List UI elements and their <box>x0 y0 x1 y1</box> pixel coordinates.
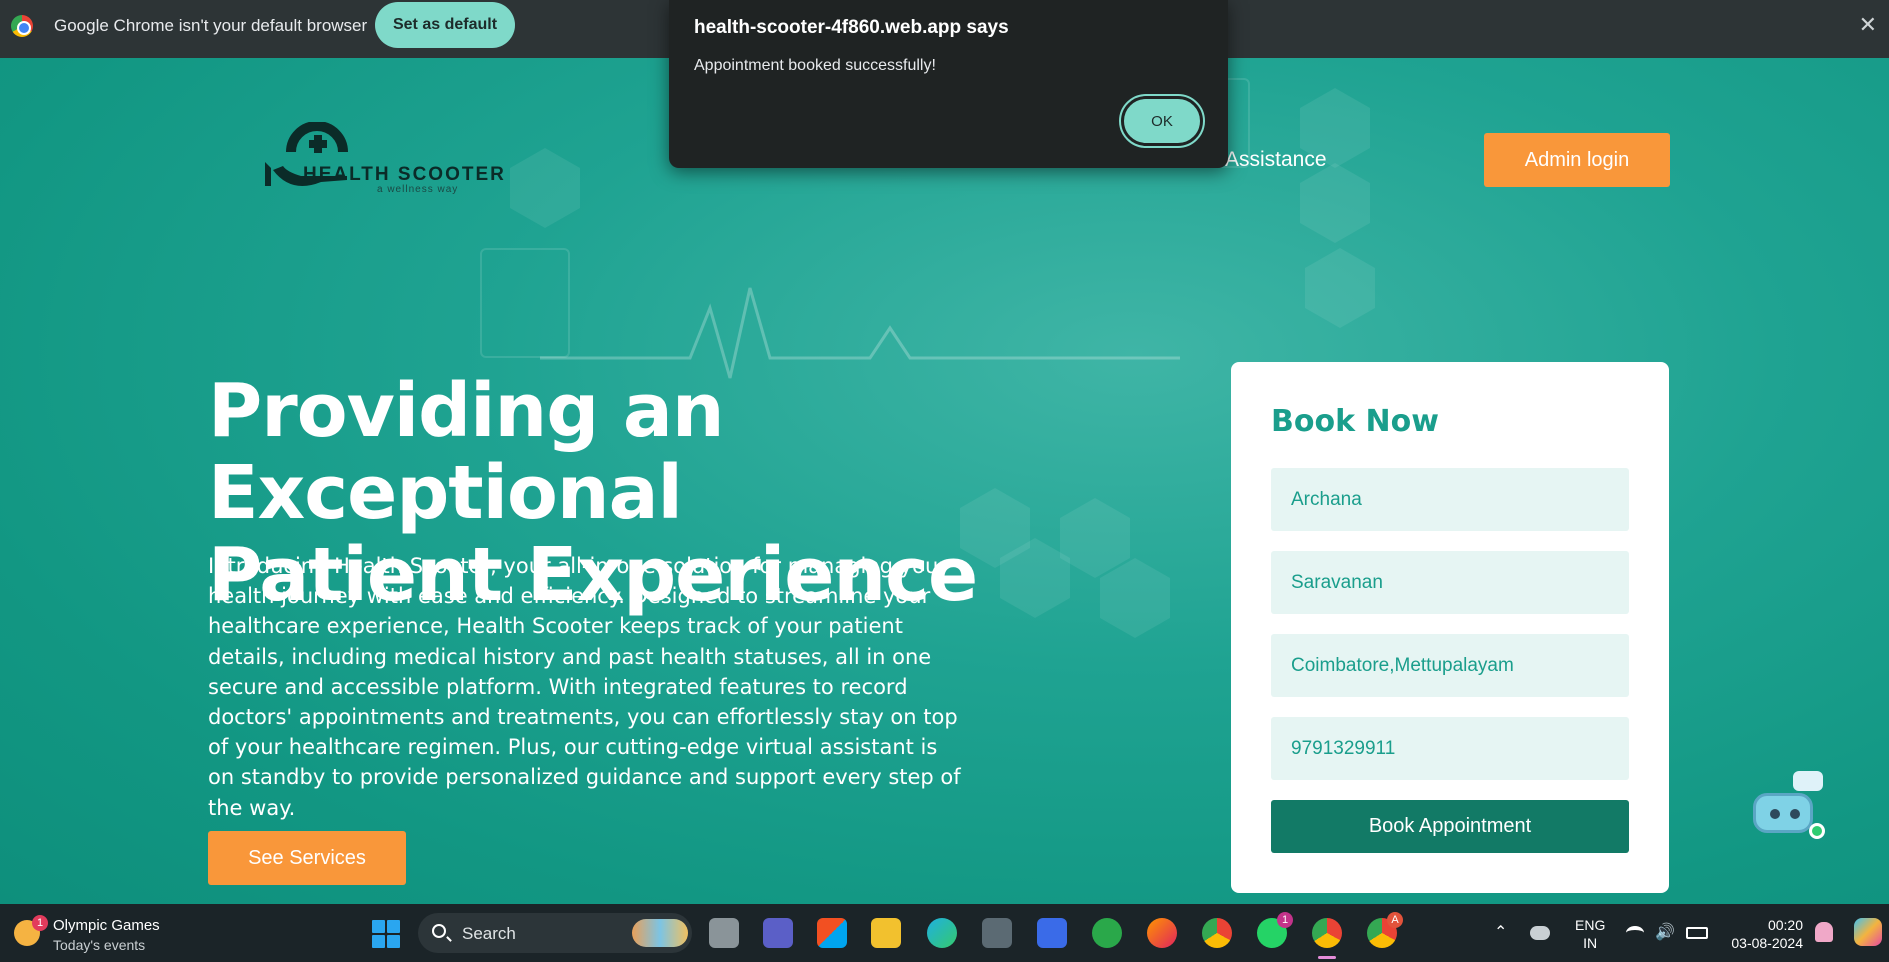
visual-studio-icon[interactable] <box>1037 918 1067 948</box>
first-name-field[interactable]: Archana <box>1271 468 1629 531</box>
notification-bell-icon[interactable] <box>1815 922 1833 942</box>
language-region: IN <box>1583 935 1598 951</box>
volume-icon[interactable]: 🔊 <box>1655 922 1675 942</box>
onedrive-icon[interactable] <box>1530 926 1550 940</box>
nav-assistance-link[interactable]: Assistance <box>1225 148 1327 172</box>
widget-badge: 1 <box>32 915 48 931</box>
whatsapp-badge: 1 <box>1277 912 1293 928</box>
virtual-assistant-bot-icon[interactable] <box>1749 771 1829 843</box>
clock-date: 03-08-2024 <box>1731 935 1803 951</box>
microsoft-store-icon[interactable] <box>817 918 847 948</box>
alert-dialog: health-scooter-4f860.web.app says Appoin… <box>669 0 1228 168</box>
widget-subtitle: Today's events <box>53 937 146 953</box>
robot-eye <box>1770 809 1780 819</box>
search-icon <box>432 924 446 938</box>
chrome-logo-icon <box>11 15 33 37</box>
language-indicator[interactable]: ENG IN <box>1575 916 1605 952</box>
set-as-default-button[interactable]: Set as default <box>375 2 515 48</box>
dialog-message: Appointment booked successfully! <box>694 57 936 74</box>
infobar-message: Google Chrome isn't your default browser <box>54 16 368 35</box>
widget-title: Olympic Games <box>53 917 160 934</box>
decor-hex <box>1300 163 1370 243</box>
taskbar-search[interactable]: Search <box>418 913 692 953</box>
book-appointment-button[interactable]: Book Appointment <box>1271 800 1629 853</box>
firefox-icon[interactable] <box>1147 918 1177 948</box>
windows-taskbar: 1 Olympic Games Today's events Search 1 … <box>0 904 1889 962</box>
phone-field[interactable]: 9791329911 <box>1271 717 1629 780</box>
online-status-dot <box>1809 823 1825 839</box>
dialog-origin: health-scooter-4f860.web.app says <box>694 17 1009 38</box>
chrome-profile-icon[interactable] <box>1312 918 1342 948</box>
headline-line-1: Providing an Exceptional <box>208 368 725 536</box>
chevron-up-icon[interactable]: ⌃ <box>1494 922 1507 942</box>
dialog-ok-button[interactable]: OK <box>1119 94 1205 148</box>
xbox-icon[interactable] <box>1092 918 1122 948</box>
search-highlight-icon <box>632 919 688 947</box>
whatsapp-icon[interactable]: 1 <box>1257 912 1293 948</box>
wifi-icon[interactable] <box>1626 926 1644 940</box>
hero-intro-text: Introducing Health Scooter, your all-in-… <box>208 554 961 820</box>
file-explorer-icon[interactable] <box>871 918 901 948</box>
system-clock[interactable]: 00:20 03-08-2024 <box>1727 916 1803 952</box>
robot-head-icon <box>1753 793 1813 833</box>
unity-hub-icon[interactable] <box>982 918 1012 948</box>
teams-icon[interactable] <box>763 918 793 948</box>
chrome-icon[interactable] <box>1202 918 1232 948</box>
book-now-card: Book Now Archana Saravanan Coimbatore,Me… <box>1231 362 1669 893</box>
edge-icon[interactable] <box>927 918 957 948</box>
decor-hex <box>1305 248 1375 328</box>
clock-time: 00:20 <box>1767 917 1803 933</box>
admin-login-button[interactable]: Admin login <box>1484 133 1670 187</box>
chrome-profile-badge: A <box>1387 912 1403 928</box>
chrome-profile-a-icon[interactable]: A <box>1367 912 1403 948</box>
copilot-icon[interactable] <box>1854 918 1882 946</box>
start-menu-icon[interactable] <box>372 920 400 948</box>
chat-bubble-icon <box>1793 771 1823 791</box>
brand-tagline: a wellness way <box>377 184 459 195</box>
battery-icon[interactable] <box>1686 927 1708 939</box>
book-now-title: Book Now <box>1271 404 1439 439</box>
logo-mark-icon <box>265 122 348 186</box>
health-scooter-logo[interactable]: HEALTH SCOOTER a wellness way <box>261 122 531 204</box>
last-name-field[interactable]: Saravanan <box>1271 551 1629 614</box>
close-infobar-icon[interactable]: ✕ <box>1859 12 1877 38</box>
active-app-indicator <box>1318 956 1336 959</box>
address-field[interactable]: Coimbatore,Mettupalayam <box>1271 634 1629 697</box>
taskbar-search-label: Search <box>462 924 516 943</box>
language-code: ENG <box>1575 917 1606 933</box>
task-view-icon[interactable] <box>709 918 739 948</box>
robot-eye <box>1790 809 1800 819</box>
brand-name: HEALTH SCOOTER <box>303 164 506 185</box>
see-services-button[interactable]: See Services <box>208 831 406 885</box>
